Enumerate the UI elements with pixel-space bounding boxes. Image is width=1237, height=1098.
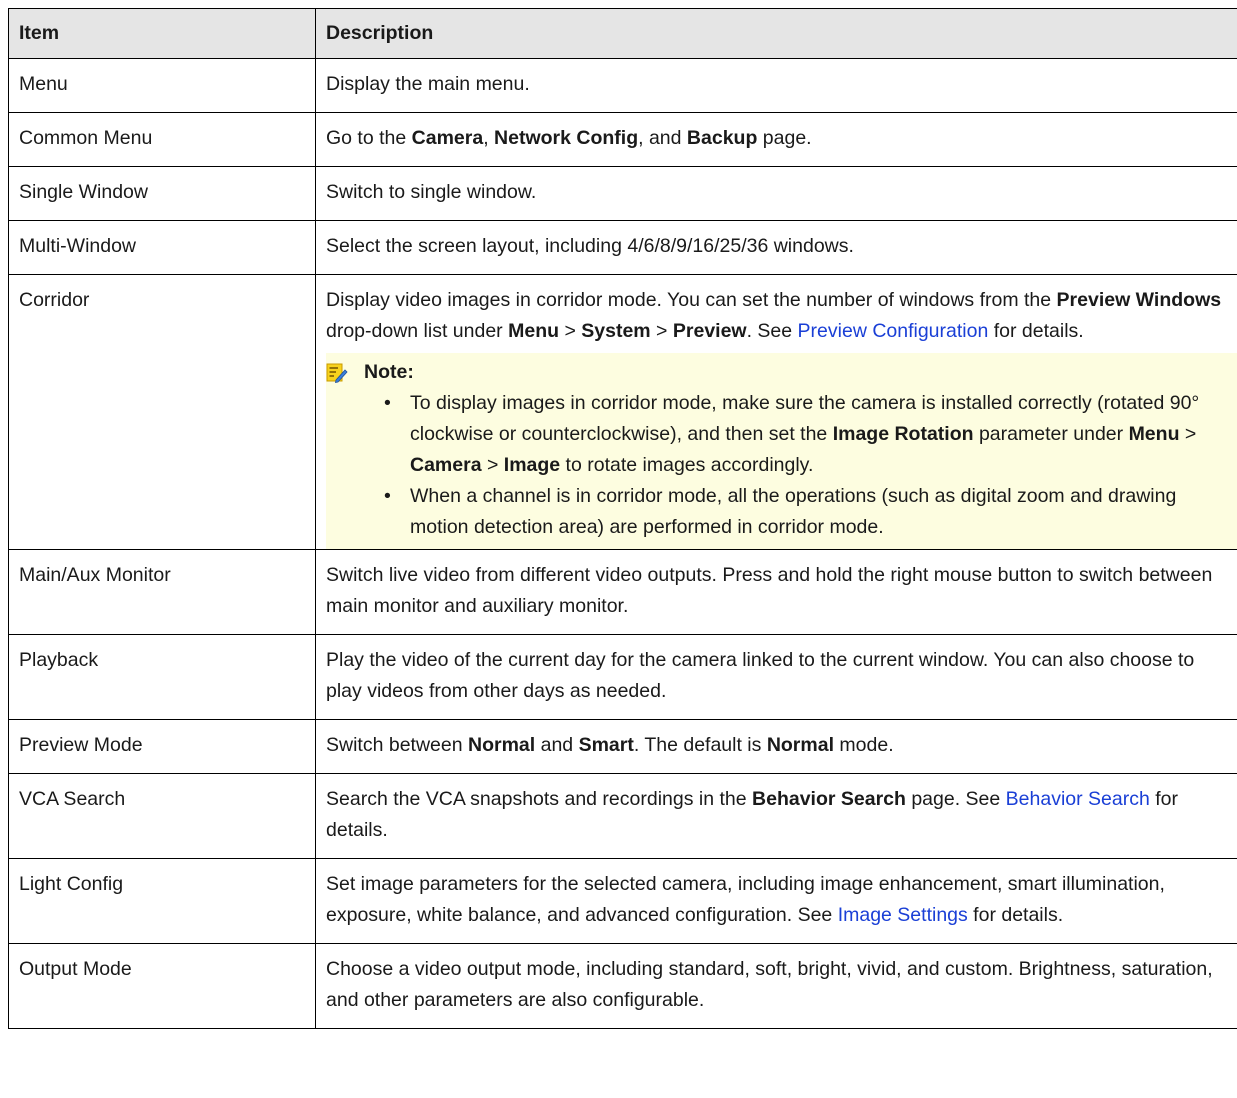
text: drop-down list under (326, 320, 509, 342)
text: > (559, 320, 582, 342)
ui-term: Backup (686, 127, 758, 149)
text: Go to the (326, 127, 412, 149)
note-list: To display images in corridor mode, make… (326, 388, 1237, 543)
description-cell: Switch to single window. (315, 166, 1237, 221)
table-row: Light Config Set image parameters for th… (8, 858, 1237, 944)
ui-term: Camera (410, 454, 482, 476)
table-header-row: Item Description (8, 8, 1237, 59)
description-cell: Search the VCA snapshots and recordings … (315, 773, 1237, 859)
ui-term: Camera (411, 127, 484, 149)
ui-term: Smart (578, 734, 634, 756)
text: , (483, 127, 495, 149)
ui-term: Image (503, 454, 561, 476)
text: for details. (967, 904, 1064, 926)
description-cell: Switch between Normal and Smart. The def… (315, 719, 1237, 774)
text: Display video images in corridor mode. Y… (326, 289, 1057, 311)
table-row: Main/Aux Monitor Switch live video from … (8, 549, 1237, 635)
item-cell: Output Mode (8, 943, 316, 1029)
item-cell: Common Menu (8, 112, 316, 167)
table-row: Common Menu Go to the Camera, Network Co… (8, 112, 1237, 167)
text: and (535, 734, 579, 756)
description-cell: Display video images in corridor mode. Y… (315, 274, 1237, 550)
table-row: Preview Mode Switch between Normal and S… (8, 719, 1237, 774)
ui-term: Image Rotation (832, 423, 974, 445)
item-cell: Multi-Window (8, 220, 316, 275)
description-cell: Switch live video from different video o… (315, 549, 1237, 635)
preview-configuration-link[interactable]: Preview Configuration (798, 320, 989, 342)
text: > (481, 454, 504, 476)
note-bullet: When a channel is in corridor mode, all … (384, 481, 1237, 543)
item-cell: Main/Aux Monitor (8, 549, 316, 635)
ui-term: Preview Windows (1056, 289, 1222, 311)
ui-term: Menu (1128, 423, 1180, 445)
image-settings-link[interactable]: Image Settings (838, 904, 968, 926)
item-cell: Light Config (8, 858, 316, 944)
text: for details. (988, 320, 1084, 342)
item-cell: Single Window (8, 166, 316, 221)
ui-term: Normal (468, 734, 536, 756)
description-cell: Play the video of the current day for th… (315, 634, 1237, 720)
item-cell: Preview Mode (8, 719, 316, 774)
item-cell: VCA Search (8, 773, 316, 859)
behavior-search-link[interactable]: Behavior Search (1006, 788, 1150, 810)
table-row: Menu Display the main menu. (8, 58, 1237, 113)
table-row: Corridor Display video images in corrido… (8, 274, 1237, 550)
parameter-table: Item Description Menu Display the main m… (8, 8, 1237, 1029)
table-row: VCA Search Search the VCA snapshots and … (8, 773, 1237, 859)
ui-term: Normal (766, 734, 834, 756)
text: . The default is (633, 734, 767, 756)
description-cell: Set image parameters for the selected ca… (315, 858, 1237, 944)
header-description: Description (315, 8, 1237, 59)
text: page. See (905, 788, 1006, 810)
text: . See (746, 320, 798, 342)
note-pencil-icon (326, 362, 348, 384)
ui-term: Menu (508, 320, 560, 342)
text: , and (638, 127, 687, 149)
corridor-description: Display video images in corridor mode. Y… (326, 285, 1227, 347)
ui-term: Behavior Search (752, 788, 906, 810)
table-row: Single Window Switch to single window. (8, 166, 1237, 221)
text: to rotate images accordingly. (560, 454, 814, 476)
text: Search the VCA snapshots and recordings … (326, 788, 753, 810)
description-cell: Choose a video output mode, including st… (315, 943, 1237, 1029)
item-cell: Corridor (8, 274, 316, 550)
text: page. (757, 127, 812, 149)
item-cell: Menu (8, 58, 316, 113)
ui-term: Network Config (494, 127, 639, 149)
description-cell: Select the screen layout, including 4/6/… (315, 220, 1237, 275)
note-title: Note: (364, 361, 414, 383)
note-bullet: To display images in corridor mode, make… (384, 388, 1237, 481)
description-cell: Display the main menu. (315, 58, 1237, 113)
note-box: Note: To display images in corridor mode… (326, 353, 1237, 549)
ui-term: Preview (672, 320, 747, 342)
description-cell: Go to the Camera, Network Config, and Ba… (315, 112, 1237, 167)
text: parameter under (973, 423, 1129, 445)
header-item: Item (8, 8, 316, 59)
text: Switch between (326, 734, 468, 756)
table-row: Multi-Window Select the screen layout, i… (8, 220, 1237, 275)
item-cell: Playback (8, 634, 316, 720)
text: > (1179, 423, 1197, 445)
text: mode. (834, 734, 894, 756)
text: > (650, 320, 673, 342)
table-row: Output Mode Choose a video output mode, … (8, 943, 1237, 1029)
table-row: Playback Play the video of the current d… (8, 634, 1237, 720)
note-header: Note: (326, 357, 1237, 388)
ui-term: System (581, 320, 651, 342)
